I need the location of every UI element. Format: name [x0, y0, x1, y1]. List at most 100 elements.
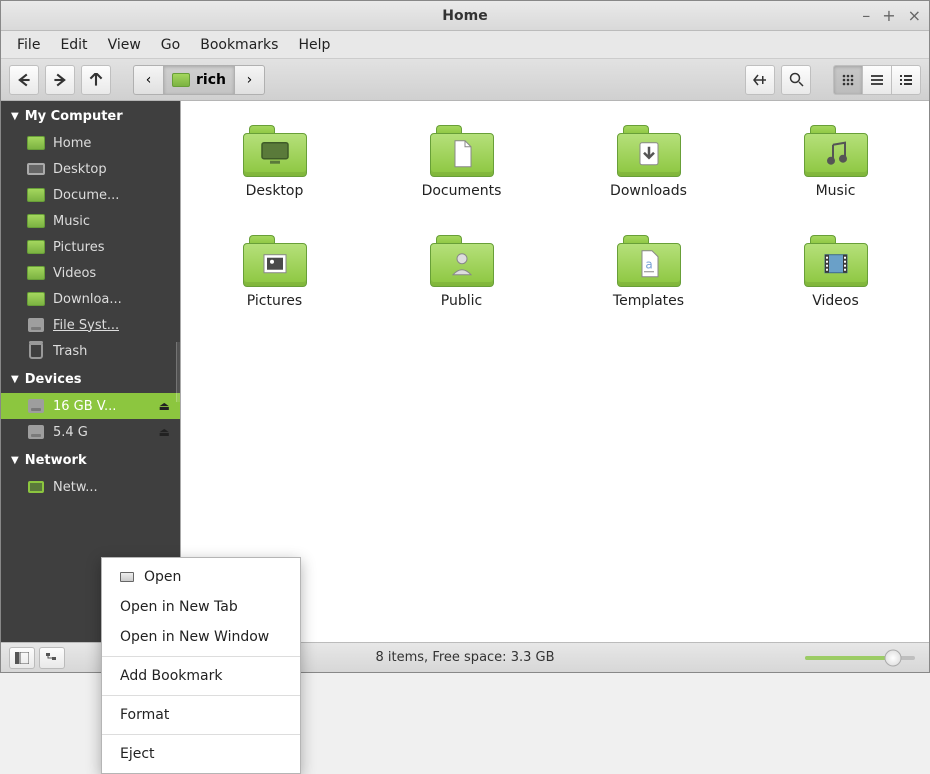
folder-desktop[interactable]: Desktop	[211, 119, 338, 205]
document-emblem-icon	[445, 137, 479, 171]
context-menu-eject[interactable]: Eject	[102, 739, 300, 769]
context-menu-open-in-new-window[interactable]: Open in New Window	[102, 622, 300, 652]
arrow-right-icon	[53, 73, 67, 87]
drive-icon	[28, 425, 44, 439]
context-menu-open-in-new-tab[interactable]: Open in New Tab	[102, 592, 300, 622]
network-icon	[28, 481, 44, 493]
context-menu-open[interactable]: Open	[102, 562, 300, 592]
back-button[interactable]	[9, 65, 39, 95]
device-context-menu: Open Open in New TabOpen in New Window Add…	[101, 557, 301, 774]
breadcrumb-next-button[interactable]: ›	[235, 65, 265, 95]
sidebar-item-videos[interactable]: Videos	[1, 260, 180, 286]
disclosure-triangle-icon: ▼	[11, 455, 19, 466]
music-emblem-icon	[819, 137, 853, 171]
folder-icon	[27, 240, 45, 254]
forward-button[interactable]	[45, 65, 75, 95]
svg-text:a: a	[645, 258, 652, 272]
eject-icon[interactable]: ⏏	[159, 425, 170, 439]
folder-documents[interactable]: Documents	[398, 119, 525, 205]
folder-label: Public	[441, 293, 482, 309]
show-places-button[interactable]	[9, 647, 35, 669]
minimize-button[interactable]: –	[862, 8, 870, 24]
menu-edit[interactable]: Edit	[52, 33, 95, 57]
status-text: 8 items, Free space: 3.3 GB	[376, 650, 555, 665]
folder-icon	[430, 235, 494, 287]
context-menu-separator	[102, 695, 300, 696]
toolbar: ‹ rich ›	[1, 59, 929, 101]
sidebar-item-home[interactable]: Home	[1, 130, 180, 156]
folder-label: Documents	[422, 183, 502, 199]
titlebar: Home – + ×	[1, 1, 929, 31]
sidebar-item-label: 5.4 G	[53, 425, 88, 440]
sidebar-item-desktop[interactable]: Desktop	[1, 156, 180, 182]
folder-downloads[interactable]: Downloads	[585, 119, 712, 205]
menu-bookmarks[interactable]: Bookmarks	[192, 33, 286, 57]
icon-view-button[interactable]	[833, 65, 863, 95]
sidebar-item-label: Desktop	[53, 162, 107, 177]
compact-view-button[interactable]	[891, 65, 921, 95]
folder-videos[interactable]: Videos	[772, 229, 899, 315]
folder-templates[interactable]: a Templates	[585, 229, 712, 315]
menubar: FileEditViewGoBookmarksHelp	[1, 31, 929, 59]
sidebar-item-downloa-[interactable]: Downloa...	[1, 286, 180, 312]
context-menu-label: Add Bookmark	[120, 668, 222, 684]
breadcrumb: ‹ rich ›	[133, 65, 265, 95]
sidebar-item-16-gb-v-[interactable]: 16 GB V...⏏	[1, 393, 180, 419]
sidebar-item-docume-[interactable]: Docume...	[1, 182, 180, 208]
sidebar-section-network[interactable]: ▼Network	[1, 445, 180, 474]
folder-icon	[243, 235, 307, 287]
folder-label: Templates	[613, 293, 684, 309]
context-menu-separator	[102, 656, 300, 657]
breadcrumb-prev-button[interactable]: ‹	[133, 65, 163, 95]
file-manager-window: Home – + × FileEditViewGoBookmarksHelp ‹…	[0, 0, 930, 673]
sidebar-section-my-computer[interactable]: ▼My Computer	[1, 101, 180, 130]
close-button[interactable]: ×	[908, 8, 921, 24]
context-menu-label: Open	[144, 569, 181, 585]
menu-file[interactable]: File	[9, 33, 48, 57]
search-button[interactable]	[781, 65, 811, 95]
zoom-slider[interactable]	[805, 656, 915, 660]
context-menu-format[interactable]: Format	[102, 700, 300, 730]
sidebar-item-label: Trash	[53, 344, 87, 359]
search-icon	[789, 72, 804, 87]
sidebar-item-5-4-g[interactable]: 5.4 G ⏏	[1, 419, 180, 445]
sidebar-section-devices[interactable]: ▼Devices	[1, 364, 180, 393]
sidebar-item-label: Netw...	[53, 480, 98, 495]
sidebar-item-music[interactable]: Music	[1, 208, 180, 234]
show-tree-button[interactable]	[39, 647, 65, 669]
folder-pictures[interactable]: Pictures	[211, 229, 338, 315]
sidebar-resize-handle[interactable]	[176, 342, 180, 402]
menu-go[interactable]: Go	[153, 33, 188, 57]
context-menu-separator	[102, 734, 300, 735]
folder-music[interactable]: Music	[772, 119, 899, 205]
breadcrumb-current[interactable]: rich	[163, 65, 235, 95]
sidebar-item-file-syst-[interactable]: File Syst...	[1, 312, 180, 338]
list-icon	[870, 73, 884, 87]
window-title: Home	[442, 8, 487, 24]
sidebar-item-pictures[interactable]: Pictures	[1, 234, 180, 260]
sidebar-item-netw-[interactable]: Netw...	[1, 474, 180, 500]
up-button[interactable]	[81, 65, 111, 95]
folder-icon	[804, 125, 868, 177]
maximize-button[interactable]: +	[882, 8, 895, 24]
folder-icon	[27, 188, 45, 202]
pathbar-icon	[752, 73, 768, 87]
folder-icon	[430, 125, 494, 177]
folder-label: Videos	[812, 293, 859, 309]
eject-icon[interactable]: ⏏	[159, 399, 170, 413]
zoom-thumb[interactable]	[885, 649, 902, 666]
sidebar-item-trash[interactable]: Trash	[1, 338, 180, 364]
folder-icon	[27, 266, 45, 280]
menu-help[interactable]: Help	[290, 33, 338, 57]
sidebar-item-label: Pictures	[53, 240, 104, 255]
download-emblem-icon	[632, 137, 666, 171]
toggle-pathbar-button[interactable]	[745, 65, 775, 95]
disclosure-triangle-icon: ▼	[11, 111, 19, 122]
folder-icon	[243, 125, 307, 177]
menu-view[interactable]: View	[100, 33, 149, 57]
list-view-button[interactable]	[862, 65, 892, 95]
trash-icon	[29, 343, 43, 359]
folder-public[interactable]: Public	[398, 229, 525, 315]
context-menu-add-bookmark[interactable]: Add Bookmark	[102, 661, 300, 691]
arrow-left-icon	[17, 73, 31, 87]
